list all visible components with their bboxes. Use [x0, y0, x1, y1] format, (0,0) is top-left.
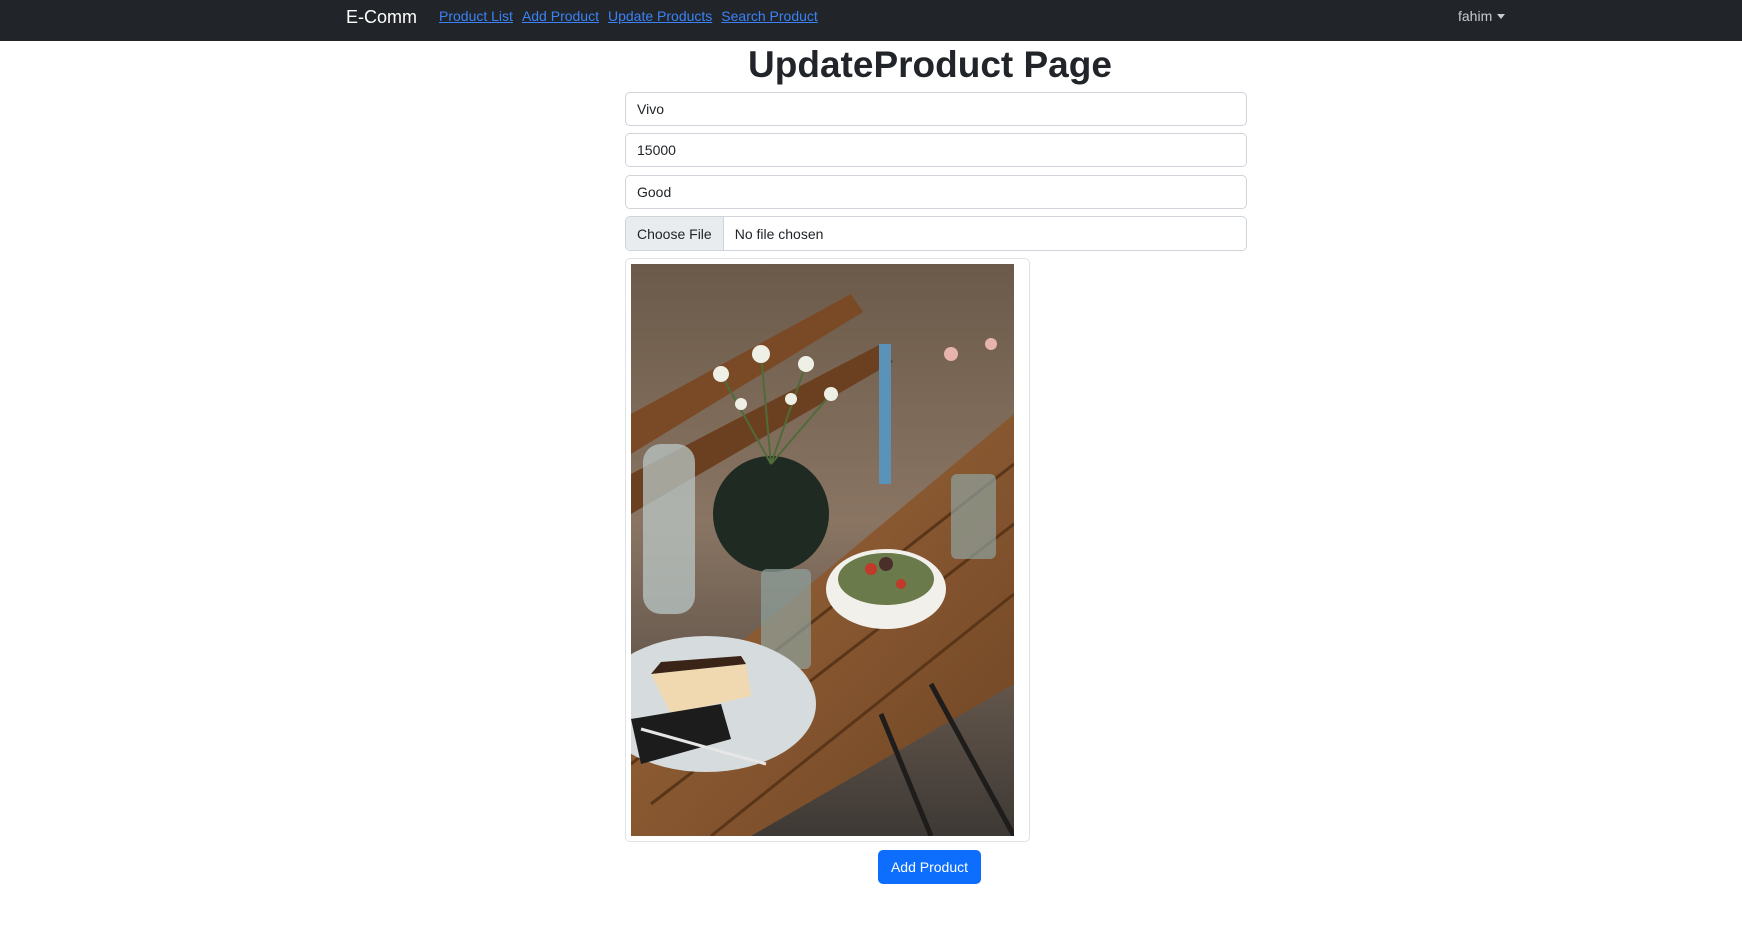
product-image-thumbnail	[625, 258, 1030, 842]
product-name-input[interactable]	[625, 92, 1247, 126]
top-navbar: E-Comm Product List Add Product Update P…	[0, 0, 1742, 41]
product-file-input[interactable]: Choose File No file chosen	[625, 216, 1247, 251]
user-menu-dropdown[interactable]: fahim	[1458, 7, 1506, 25]
page-title: UpdateProduct Page	[748, 44, 1112, 85]
product-price-input[interactable]	[625, 133, 1247, 167]
user-name: fahim	[1458, 8, 1493, 24]
nav-links: Product List Add Product Update Products…	[439, 7, 818, 25]
brand-logo[interactable]: E-Comm	[346, 6, 417, 28]
add-product-button[interactable]: Add Product	[878, 850, 981, 884]
nav-link-update-products[interactable]: Update Products	[608, 7, 712, 25]
nav-link-product-list[interactable]: Product List	[439, 7, 513, 25]
nav-link-search-product[interactable]: Search Product	[721, 7, 818, 25]
product-description-input[interactable]	[625, 175, 1247, 209]
product-photo	[631, 264, 1014, 836]
nav-link-add-product[interactable]: Add Product	[522, 7, 599, 25]
chevron-down-icon	[1497, 13, 1506, 19]
choose-file-button[interactable]: Choose File	[626, 217, 724, 250]
file-status-text: No file chosen	[734, 225, 824, 242]
